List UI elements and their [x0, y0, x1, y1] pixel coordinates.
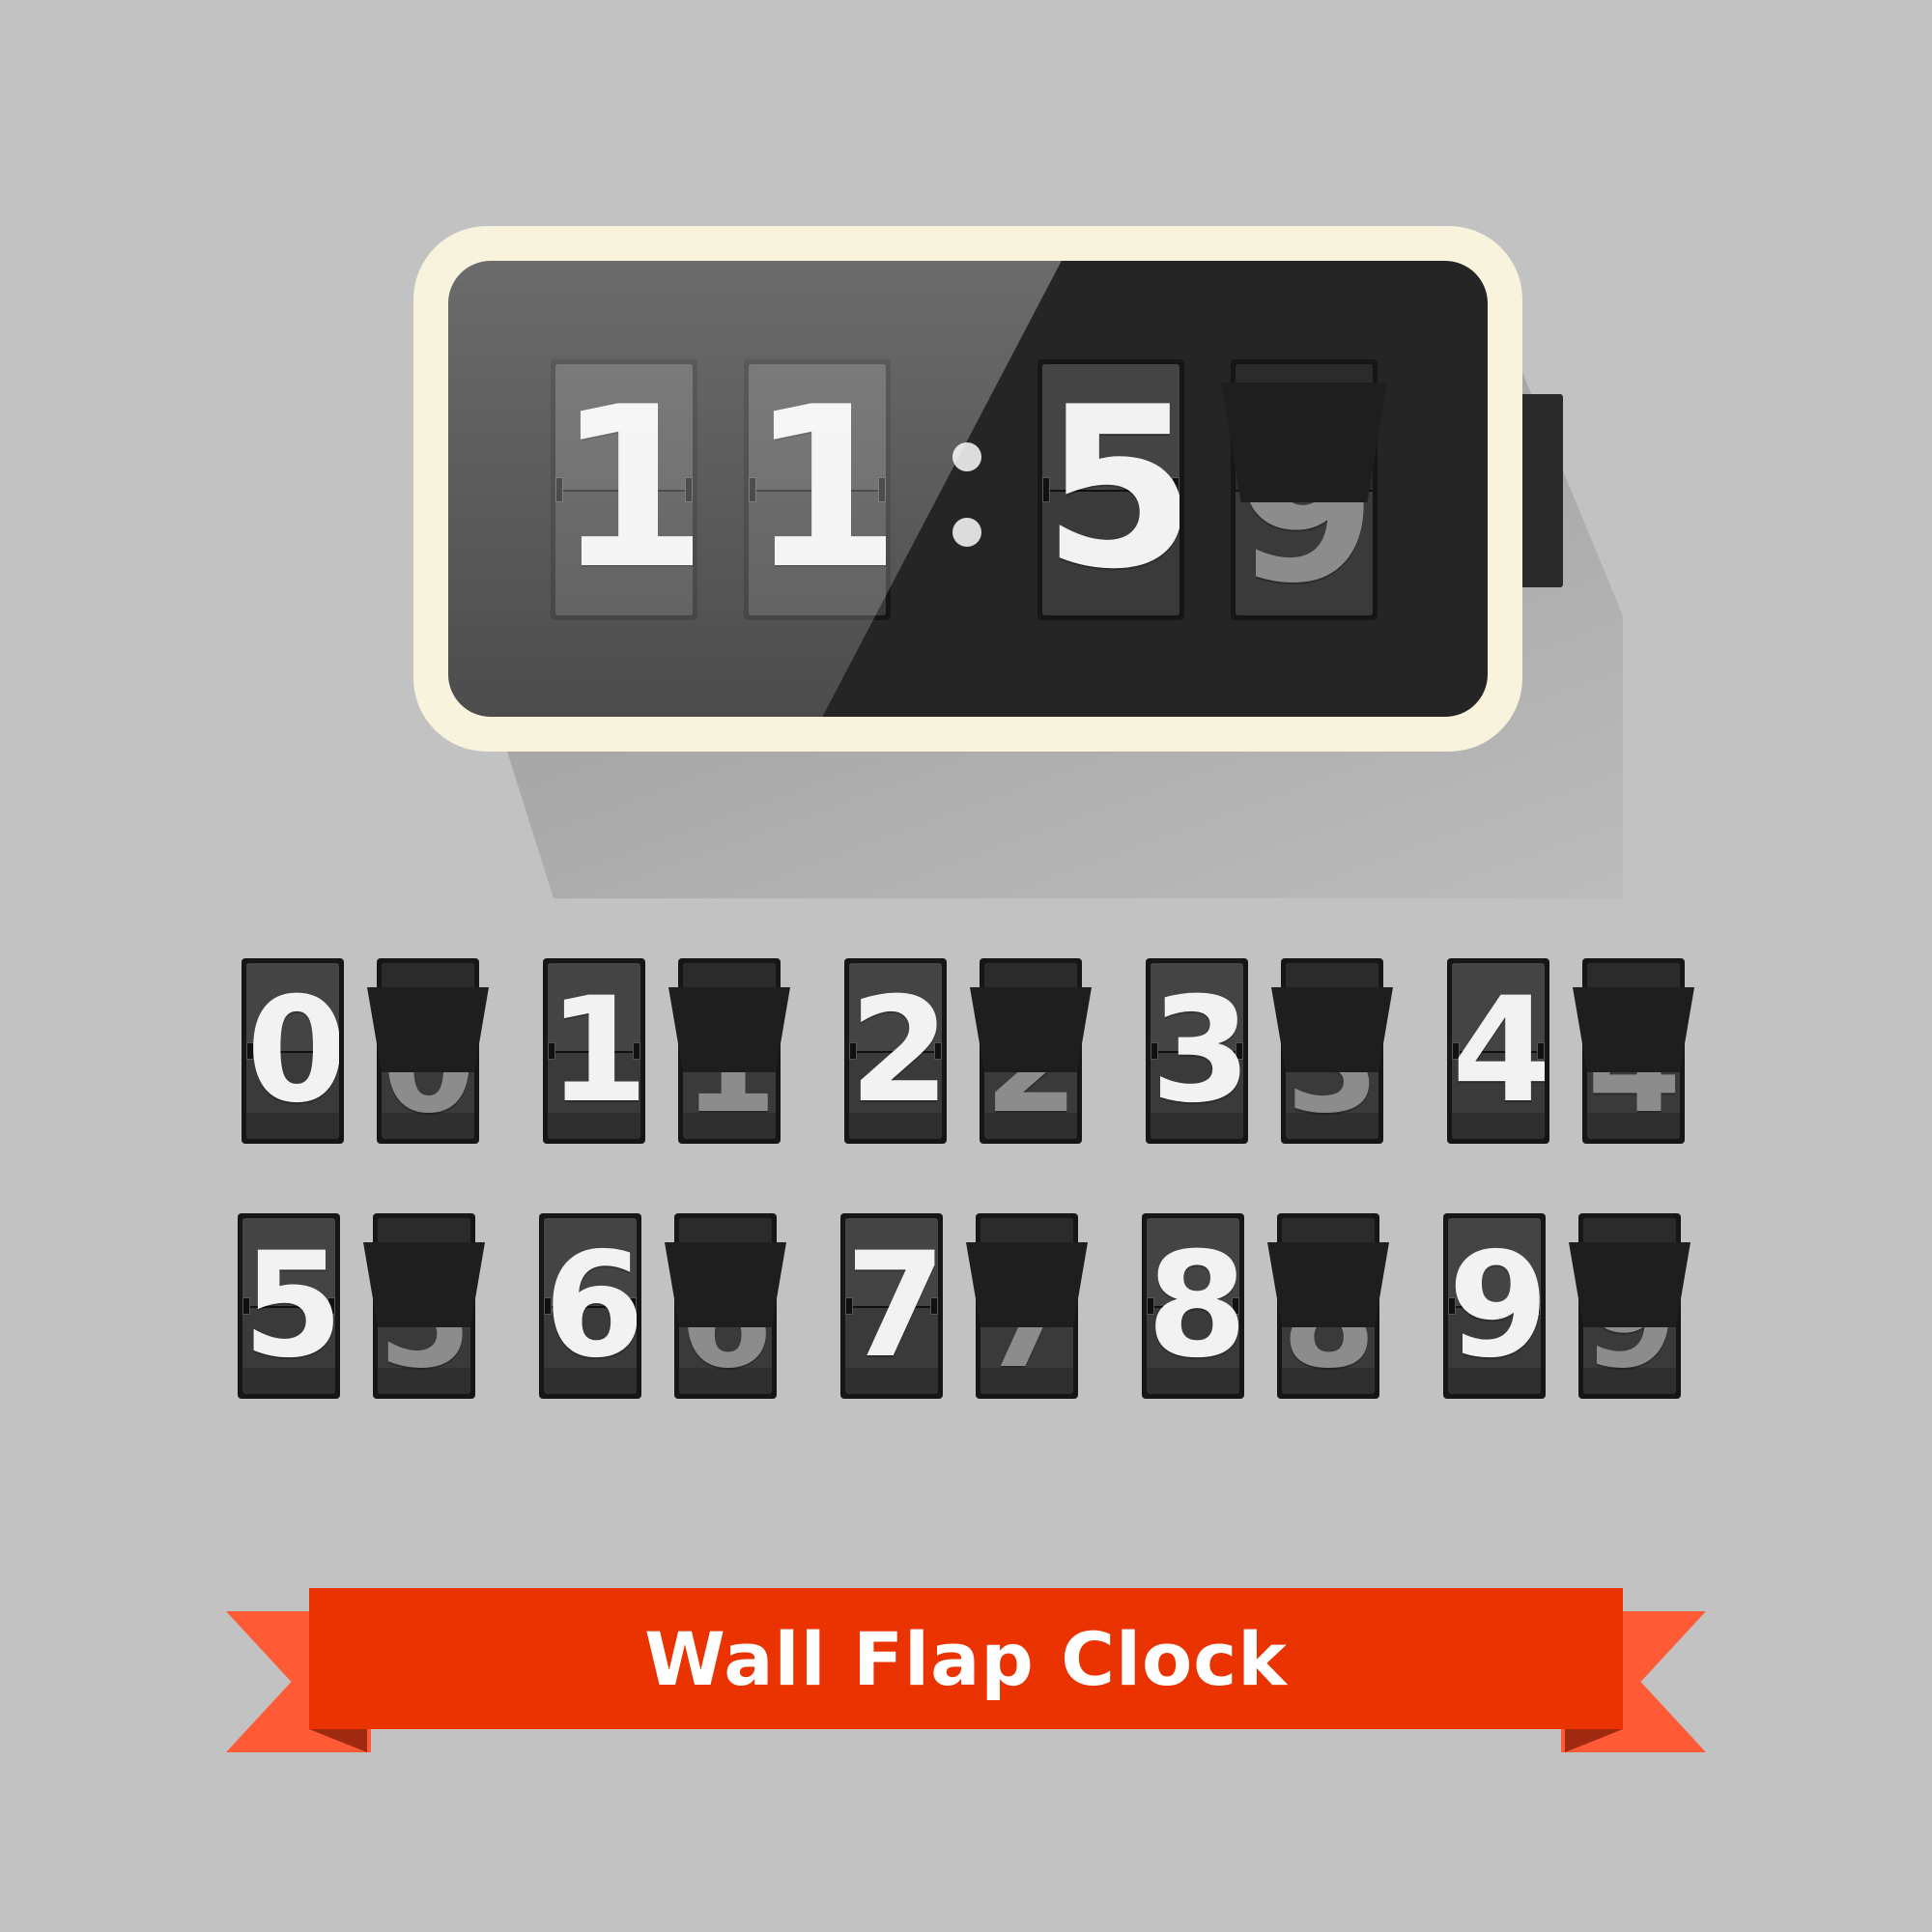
- clock-digits: 1 1 5 9: [448, 261, 1488, 717]
- flipping-leaf: [367, 987, 489, 1073]
- digit-8-flipping-flap: 8: [1267, 1213, 1389, 1399]
- digit-label: 3: [1151, 967, 1243, 1135]
- title-ribbon: Wall Flap Clock: [309, 1588, 1623, 1729]
- digit-9-flap: 9: [1443, 1213, 1546, 1399]
- minute-tens-digit: 5: [1042, 364, 1179, 615]
- digit-label: 9: [1448, 1222, 1541, 1390]
- flipping-leaf: [1573, 987, 1694, 1073]
- digit-0-flipping-flap: 0: [367, 958, 489, 1144]
- digit-9-flipping-flap: 9: [1569, 1213, 1690, 1399]
- banner-title: Wall Flap Clock: [644, 1615, 1288, 1702]
- digit-label: 6: [544, 1222, 637, 1390]
- digit-7-flap: 7: [840, 1213, 943, 1399]
- flipping-leaf: [1267, 1242, 1389, 1328]
- digit-4-flap: 4: [1447, 958, 1549, 1144]
- flipping-leaf: [1569, 1242, 1690, 1328]
- flipping-leaf: [1271, 987, 1393, 1073]
- flipping-leaf: [966, 1242, 1088, 1328]
- digit-5-flap: 5: [238, 1213, 340, 1399]
- digit-label: 7: [845, 1222, 938, 1390]
- flipping-leaf: [970, 987, 1092, 1073]
- digit-label: 2: [849, 967, 942, 1135]
- digit-0-flap: 0: [242, 958, 344, 1144]
- clock-face: 1 1 5 9: [448, 261, 1488, 717]
- digit-label: 1: [548, 967, 640, 1135]
- digit-1-flap: 1: [543, 958, 645, 1144]
- colon-bottom-dot: [952, 518, 981, 547]
- digit-2-flipping-flap: 2: [970, 958, 1092, 1144]
- digit-5-flipping-flap: 5: [363, 1213, 485, 1399]
- digit-6-flipping-flap: 6: [665, 1213, 786, 1399]
- wall-flap-clock: 1 1 5 9: [413, 226, 1522, 752]
- minute-ones-flipping-leaf: [1221, 383, 1387, 503]
- flipping-leaf: [363, 1242, 485, 1328]
- digit-1-flipping-flap: 1: [668, 958, 790, 1144]
- minute-ones-flap: 9: [1221, 359, 1387, 620]
- digit-7-flipping-flap: 7: [966, 1213, 1088, 1399]
- minute-tens-flap: 5: [1037, 359, 1184, 620]
- digit-label: 4: [1452, 967, 1545, 1135]
- digit-3-flap: 3: [1146, 958, 1248, 1144]
- digit-label: 0: [246, 967, 339, 1135]
- flipping-leaf: [665, 1242, 786, 1328]
- digit-label: 5: [242, 1222, 335, 1390]
- digit-8-flap: 8: [1142, 1213, 1244, 1399]
- digit-6-flap: 6: [539, 1213, 641, 1399]
- digit-label: 8: [1147, 1222, 1239, 1390]
- digit-4-flipping-flap: 4: [1573, 958, 1694, 1144]
- digit-3-flipping-flap: 3: [1271, 958, 1393, 1144]
- flipping-leaf: [668, 987, 790, 1073]
- digit-2-flap: 2: [844, 958, 947, 1144]
